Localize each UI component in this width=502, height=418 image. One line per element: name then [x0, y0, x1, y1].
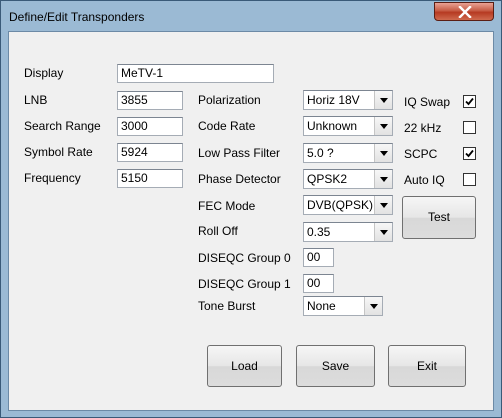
22khz-label: 22 kHz [404, 121, 442, 135]
display-label: Display [24, 66, 64, 80]
code-rate-select[interactable]: Unknown [303, 116, 393, 136]
roll-off-dropdown-button[interactable] [374, 223, 392, 241]
checkmark-icon [465, 149, 474, 158]
iq-swap-checkbox[interactable] [463, 95, 476, 108]
scpc-label: SCPC [404, 147, 438, 161]
polarization-value: Horiz 18V [307, 93, 360, 107]
diseqc-group1-label: DISEQC Group 1 [198, 277, 291, 291]
chevron-down-icon [380, 124, 388, 129]
code-rate-dropdown-button[interactable] [374, 117, 392, 135]
window-title: Define/Edit Transponders [9, 10, 145, 24]
code-rate-value: Unknown [307, 119, 358, 133]
symbol-rate-label: Symbol Rate [24, 145, 93, 159]
search-range-label: Search Range [24, 119, 101, 133]
phase-detector-select[interactable]: QPSK2 [303, 169, 393, 189]
fec-mode-select[interactable]: DVB(QPSK) [303, 195, 393, 215]
iq-swap-label: IQ Swap [404, 95, 451, 109]
code-rate-label: Code Rate [198, 119, 256, 133]
chevron-down-icon [370, 304, 378, 309]
frequency-input[interactable]: 5150 [117, 169, 183, 188]
exit-button[interactable]: Exit [388, 345, 466, 387]
polarization-select[interactable]: Horiz 18V [303, 90, 393, 110]
tone-burst-dropdown-button[interactable] [364, 297, 382, 315]
22khz-checkbox[interactable] [463, 121, 476, 134]
chevron-down-icon [380, 203, 388, 208]
auto-iq-label: Auto IQ [404, 173, 445, 187]
diseqc-group0-input[interactable]: 00 [303, 248, 334, 267]
low-pass-filter-select[interactable]: 5.0 ? [303, 143, 393, 163]
frequency-label: Frequency [24, 171, 81, 185]
low-pass-filter-label: Low Pass Filter [198, 146, 281, 160]
tone-burst-select[interactable]: None [303, 296, 383, 316]
checkmark-icon [465, 97, 474, 106]
load-button[interactable]: Load [207, 345, 282, 387]
phase-detector-value: QPSK2 [307, 172, 348, 186]
tone-burst-value: None [307, 299, 336, 313]
chevron-down-icon [380, 177, 388, 182]
low-pass-filter-value: 5.0 ? [307, 146, 334, 160]
fec-mode-dropdown-button[interactable] [374, 196, 392, 214]
fec-mode-label: FEC Mode [198, 199, 256, 213]
dialog-window: Define/Edit Transponders Display MeTV-1 … [0, 0, 502, 418]
symbol-rate-input[interactable]: 5924 [117, 143, 183, 162]
polarization-label: Polarization [198, 93, 261, 107]
roll-off-label: Roll Off [198, 224, 238, 238]
phase-detector-dropdown-button[interactable] [374, 170, 392, 188]
search-range-input[interactable]: 3000 [117, 117, 183, 136]
lnb-label: LNB [24, 93, 48, 107]
roll-off-select[interactable]: 0.35 [303, 222, 393, 242]
low-pass-filter-dropdown-button[interactable] [374, 144, 392, 162]
display-input[interactable]: MeTV-1 [117, 64, 274, 83]
chevron-down-icon [380, 98, 388, 103]
save-button[interactable]: Save [296, 345, 375, 387]
lnb-input[interactable]: 3855 [117, 91, 183, 110]
chevron-down-icon [380, 230, 388, 235]
test-button[interactable]: Test [402, 196, 476, 239]
chevron-down-icon [380, 151, 388, 156]
scpc-checkbox[interactable] [463, 147, 476, 160]
dialog-client-area: Display MeTV-1 LNB 3855 Search Range 300… [8, 31, 494, 411]
fec-mode-value: DVB(QPSK) [307, 198, 374, 212]
diseqc-group0-label: DISEQC Group 0 [198, 251, 291, 265]
phase-detector-label: Phase Detector [198, 172, 281, 186]
polarization-dropdown-button[interactable] [374, 91, 392, 109]
roll-off-value: 0.35 [307, 225, 331, 239]
diseqc-group1-input[interactable]: 00 [303, 274, 334, 293]
title-bar[interactable]: Define/Edit Transponders [1, 1, 501, 31]
auto-iq-checkbox[interactable] [463, 173, 476, 186]
tone-burst-label: Tone Burst [198, 299, 256, 313]
close-button[interactable] [434, 2, 494, 21]
close-icon [458, 6, 472, 18]
